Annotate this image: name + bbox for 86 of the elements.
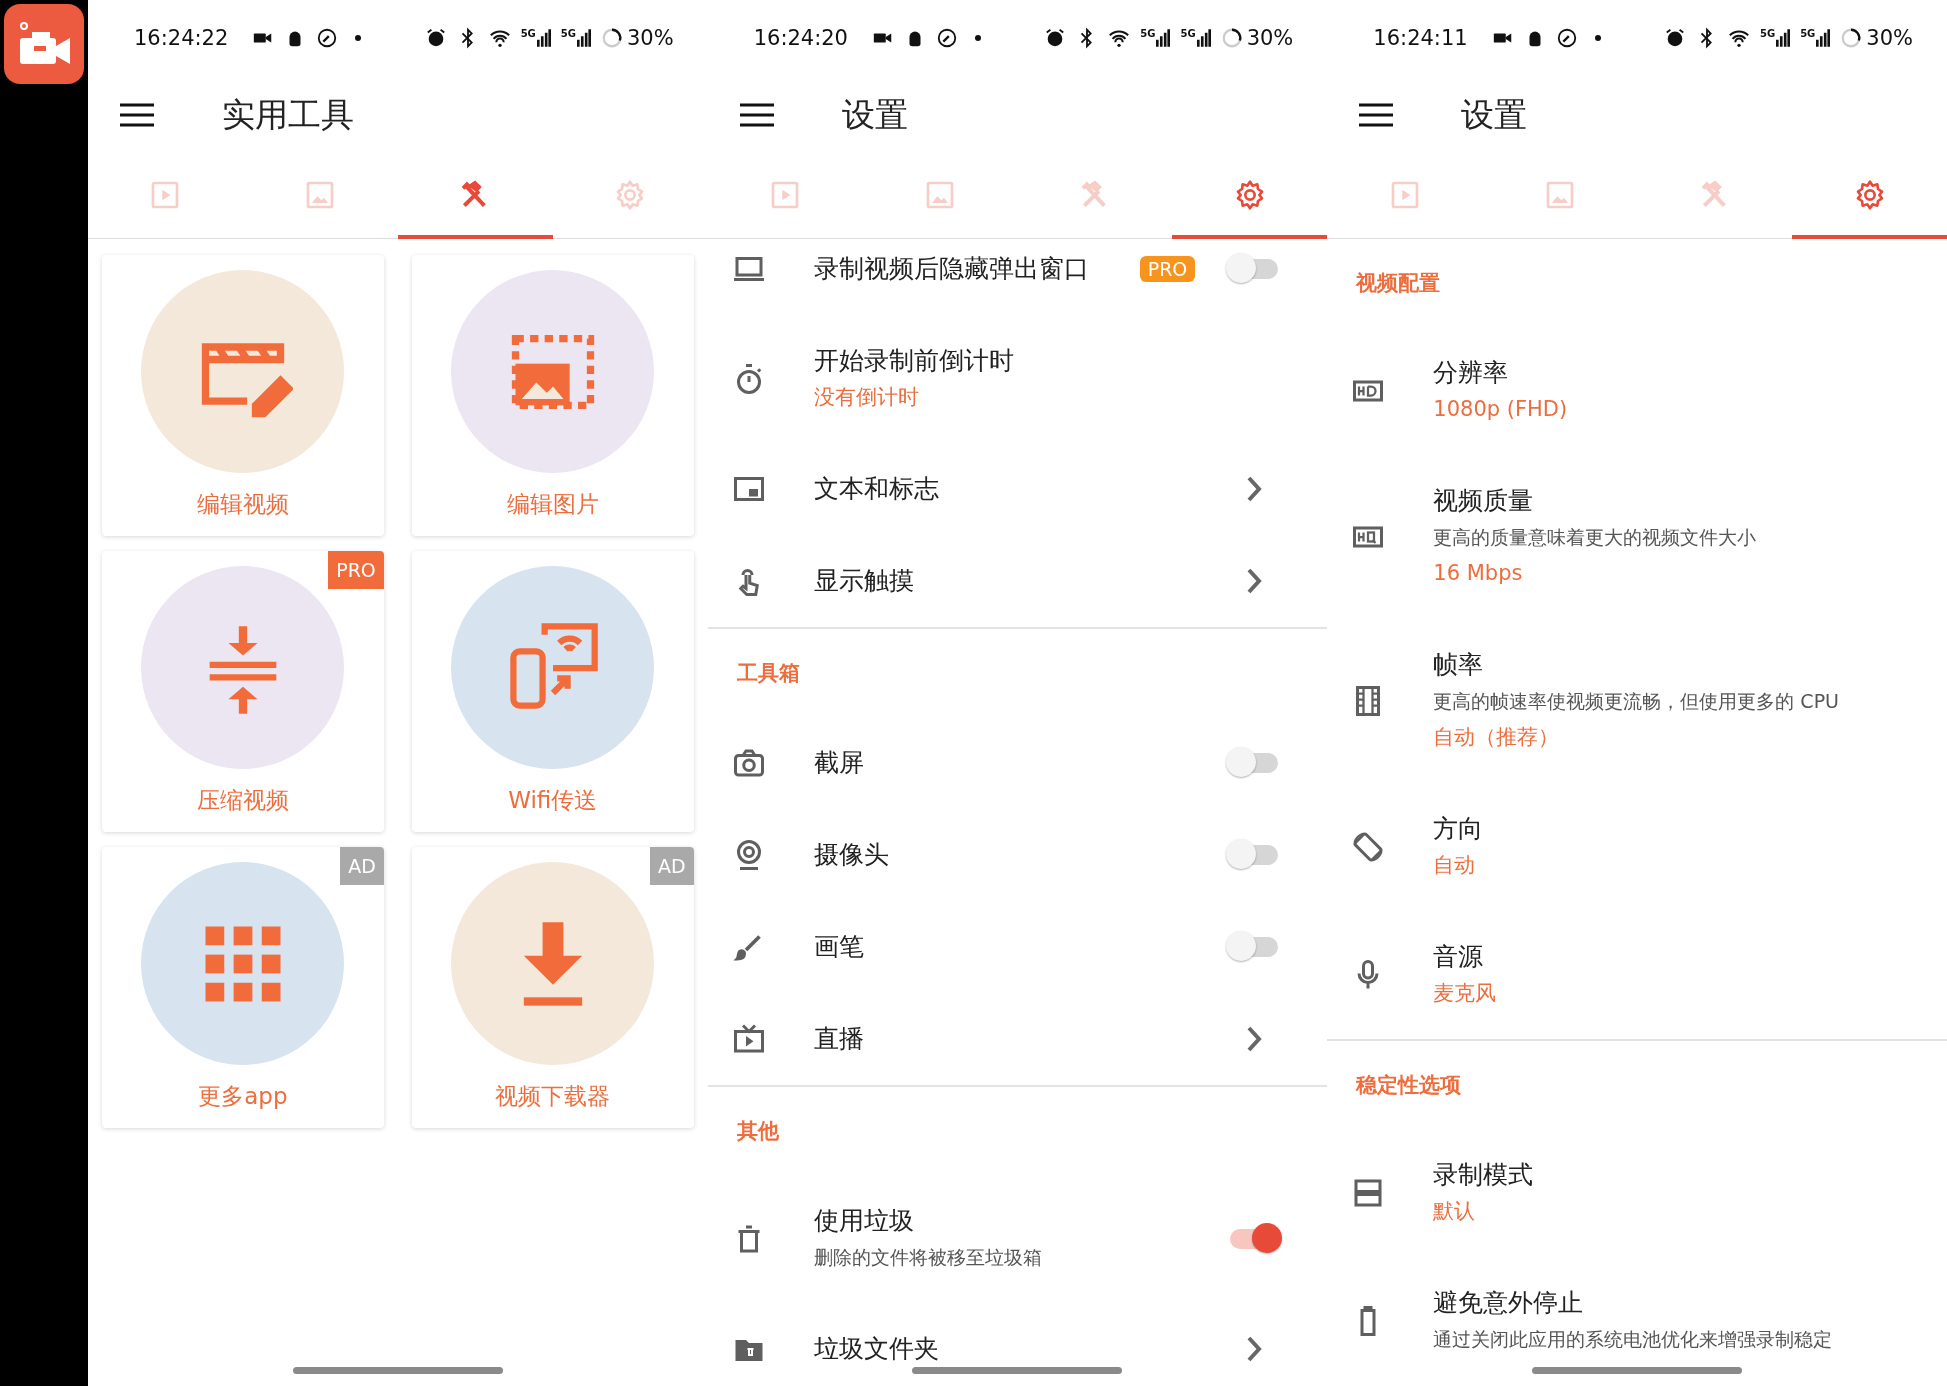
setting-value: 16 Mbps [1433, 560, 1524, 587]
setting-title: 避免意外停止 [1433, 1287, 1585, 1319]
section-header: 视频配置 [1356, 270, 1441, 297]
signal-icon [1776, 28, 1791, 47]
tool-card[interactable]: 压缩视频 PRO [102, 551, 384, 832]
setting-title: 显示触摸 [813, 565, 915, 597]
setting-title: 直播 [813, 1023, 865, 1055]
setting-title: 摄像头 [813, 839, 890, 871]
tool-label: 压缩视频 [196, 786, 289, 815]
screen-title: 设置 [1461, 93, 1528, 136]
section-header: 稳定性选项 [1356, 1072, 1462, 1099]
home-indicator[interactable] [292, 1367, 503, 1374]
battery-percent: 30% [1866, 25, 1913, 50]
chevron-right-icon[interactable] [1246, 567, 1263, 595]
network-label: 5G [1800, 28, 1816, 39]
network-label: 5G [560, 28, 576, 39]
setting-title: 画笔 [813, 931, 865, 963]
screen-title: 实用工具 [222, 93, 354, 136]
dot-icon [974, 33, 982, 42]
tool-label: 视频下载器 [495, 1082, 611, 1111]
setting-value: 自动（推荐） [1433, 724, 1561, 751]
chevron-right-icon[interactable] [1246, 1025, 1263, 1053]
setting-title: 音源 [1433, 941, 1485, 973]
dot-icon [354, 33, 363, 42]
setting-title: 方向 [1433, 813, 1485, 845]
setting-value: 麦克风 [1433, 980, 1498, 1007]
menu-icon[interactable] [1359, 103, 1394, 127]
ad-badge: AD [650, 847, 694, 885]
tool-label: 编辑图片 [506, 490, 599, 519]
setting-title: 录制模式 [1433, 1159, 1535, 1191]
battery-ring-icon [600, 26, 623, 49]
tool-label: Wifi传送 [508, 786, 598, 815]
setting-value: 1080p (FHD) [1433, 396, 1569, 423]
network-label: 5G [520, 28, 536, 39]
pro-badge: PRO [328, 551, 384, 589]
setting-value: 默认 [1433, 1198, 1477, 1225]
setting-title: 视频质量 [1433, 485, 1535, 517]
setting-value: 没有倒计时 [813, 384, 920, 411]
section-header: 其他 [736, 1118, 779, 1145]
dot-icon [1593, 33, 1602, 42]
status-time: 16:24:11 [1373, 25, 1468, 50]
battery-percent: 30% [1246, 25, 1294, 50]
pro-badge: PRO [1139, 256, 1196, 282]
network-label: 5G [1180, 28, 1196, 39]
status-time: 16:24:22 [134, 25, 229, 50]
tool-card[interactable]: 编辑视频 [102, 255, 384, 536]
home-indicator[interactable] [912, 1367, 1123, 1374]
battery-ring-icon [1840, 26, 1863, 49]
setting-value: 自动 [1433, 852, 1477, 879]
setting-title: 帧率 [1433, 649, 1485, 681]
setting-description: 通过关闭此应用的系统电池优化来增强录制稳定 [1433, 1327, 1834, 1352]
network-label: 5G [1140, 28, 1156, 39]
screen-title: 设置 [841, 93, 908, 136]
tool-label: 更多app [198, 1082, 288, 1111]
section-header: 工具箱 [736, 660, 800, 687]
ad-badge: AD [340, 847, 384, 885]
signal-icon [576, 28, 591, 47]
home-indicator[interactable] [1532, 1367, 1743, 1374]
signal-icon [536, 28, 551, 47]
status-time: 16:24:20 [753, 25, 848, 50]
setting-description: 更高的帧速率使视频更流畅，但使用更多的 CPU [1433, 689, 1839, 714]
setting-description: 更高的质量意味着更大的视频文件大小 [1433, 525, 1758, 550]
tool-card[interactable]: 视频下载器 AD [411, 847, 694, 1128]
battery-percent: 30% [626, 25, 674, 50]
setting-title: 开始录制前倒计时 [813, 345, 1015, 377]
setting-description: 删除的文件将被移至垃圾箱 [813, 1245, 1043, 1270]
chevron-right-icon[interactable] [1246, 475, 1263, 503]
app-icon [4, 4, 84, 84]
setting-title: 截屏 [813, 747, 865, 779]
menu-icon[interactable] [739, 103, 774, 127]
network-label: 5G [1759, 28, 1776, 39]
setting-title: 使用垃圾 [813, 1205, 915, 1237]
menu-icon[interactable] [120, 103, 154, 127]
signal-icon [1196, 28, 1211, 47]
battery-ring-icon [1220, 26, 1243, 49]
chevron-right-icon[interactable] [1246, 1335, 1263, 1363]
setting-title: 垃圾文件夹 [813, 1333, 940, 1365]
signal-icon [1156, 28, 1171, 47]
tool-card[interactable]: Wifi传送 [411, 551, 694, 832]
tool-card[interactable]: 更多app AD [102, 847, 384, 1128]
setting-title: 文本和标志 [813, 473, 940, 505]
tool-card[interactable]: 编辑图片 [411, 255, 694, 536]
setting-title: 分辨率 [1433, 357, 1510, 389]
setting-title: 录制视频后隐藏弹出窗口 [813, 253, 1090, 285]
tool-label: 编辑视频 [196, 490, 289, 519]
signal-icon [1816, 28, 1831, 47]
